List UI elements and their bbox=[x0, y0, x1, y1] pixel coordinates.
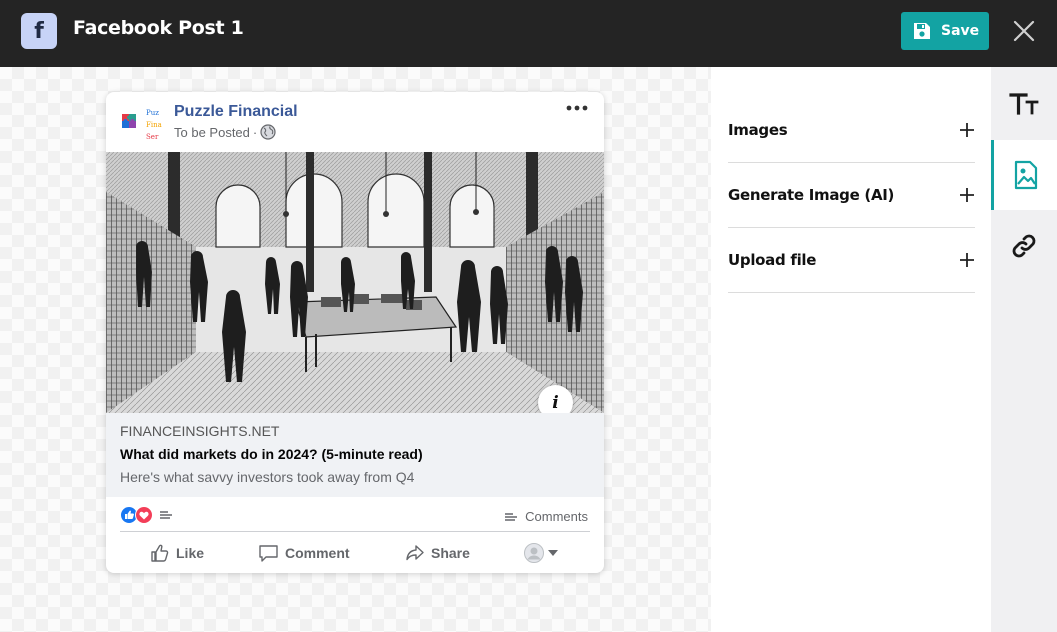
logo-line-2: Fina bbox=[146, 121, 162, 129]
thumbs-up-icon bbox=[151, 544, 169, 562]
globe-icon bbox=[260, 124, 276, 140]
top-bar: f Facebook Post 1 Save bbox=[0, 0, 1057, 67]
speech-bubble-icon bbox=[259, 545, 278, 562]
facebook-icon: f bbox=[21, 13, 57, 49]
images-section[interactable]: Images bbox=[728, 98, 975, 163]
status-separator: · bbox=[252, 124, 258, 140]
text-icon bbox=[1009, 93, 1039, 115]
plus-icon bbox=[960, 188, 974, 202]
close-icon[interactable] bbox=[1011, 18, 1037, 44]
page-title: Facebook Post 1 bbox=[73, 17, 244, 39]
user-avatar-icon bbox=[524, 543, 544, 563]
tool-rail bbox=[991, 67, 1057, 632]
info-icon: i bbox=[552, 392, 559, 413]
love-reaction-icon bbox=[135, 506, 153, 524]
facebook-badge-letter: f bbox=[34, 18, 44, 44]
comment-label: Comment bbox=[285, 545, 350, 561]
plus-icon bbox=[960, 123, 974, 137]
link-title: What did markets do in 2024? (5-minute r… bbox=[120, 446, 423, 462]
actions-divider bbox=[120, 531, 590, 532]
post-status-text: To be Posted bbox=[174, 124, 250, 140]
share-button[interactable]: Share bbox=[405, 541, 470, 565]
more-options-icon[interactable] bbox=[564, 101, 590, 115]
facebook-post-preview: Puz Fina Ser Puzzle Financial To be Post… bbox=[106, 92, 604, 573]
generate-image-section[interactable]: Generate Image (AI) bbox=[728, 163, 975, 228]
like-label: Like bbox=[176, 545, 205, 561]
comment-count-placeholder-icon bbox=[505, 512, 518, 521]
puzzle-financial-logo: Puz Fina Ser bbox=[119, 103, 163, 147]
rail-text-tool[interactable] bbox=[991, 69, 1057, 139]
plus-icon bbox=[960, 253, 974, 267]
share-arrow-icon bbox=[406, 545, 424, 561]
link-domain: FINANCEINSIGHTS.NET bbox=[120, 423, 280, 439]
comment-button[interactable]: Comment bbox=[258, 541, 350, 565]
reactions-summary[interactable] bbox=[120, 506, 174, 524]
link-icon bbox=[1012, 234, 1036, 258]
audience-selector[interactable] bbox=[524, 543, 558, 563]
rail-image-tool[interactable] bbox=[991, 140, 1057, 210]
upload-file-section[interactable]: Upload file bbox=[728, 228, 975, 293]
share-label: Share bbox=[431, 545, 470, 561]
image-icon bbox=[1014, 160, 1037, 190]
link-description: Here's what savvy investors took away fr… bbox=[120, 469, 415, 485]
reaction-count-placeholder-icon bbox=[160, 511, 172, 519]
generate-image-section-label: Generate Image (AI) bbox=[728, 186, 895, 204]
post-image: i bbox=[106, 152, 604, 413]
upload-file-section-label: Upload file bbox=[728, 251, 817, 269]
save-button-label: Save bbox=[941, 23, 980, 39]
logo-line-1: Puz bbox=[146, 109, 159, 117]
comments-count[interactable]: Comments bbox=[503, 509, 588, 524]
media-panel: Images Generate Image (AI) Upload file bbox=[711, 67, 991, 632]
like-button[interactable]: Like bbox=[150, 541, 204, 565]
floppy-disk-icon bbox=[914, 23, 930, 39]
logo-line-3: Ser bbox=[146, 133, 159, 141]
engraving-illustration bbox=[106, 152, 604, 413]
comments-label: Comments bbox=[525, 509, 588, 524]
page-name[interactable]: Puzzle Financial bbox=[174, 103, 298, 121]
post-status: To be Posted · bbox=[174, 124, 276, 140]
caret-down-icon bbox=[548, 550, 558, 556]
images-section-label: Images bbox=[728, 121, 788, 139]
rail-link-tool[interactable] bbox=[991, 211, 1057, 281]
save-button[interactable]: Save bbox=[901, 12, 989, 50]
info-button[interactable]: i bbox=[538, 385, 573, 413]
link-preview[interactable]: FINANCEINSIGHTS.NET What did markets do … bbox=[106, 413, 604, 497]
